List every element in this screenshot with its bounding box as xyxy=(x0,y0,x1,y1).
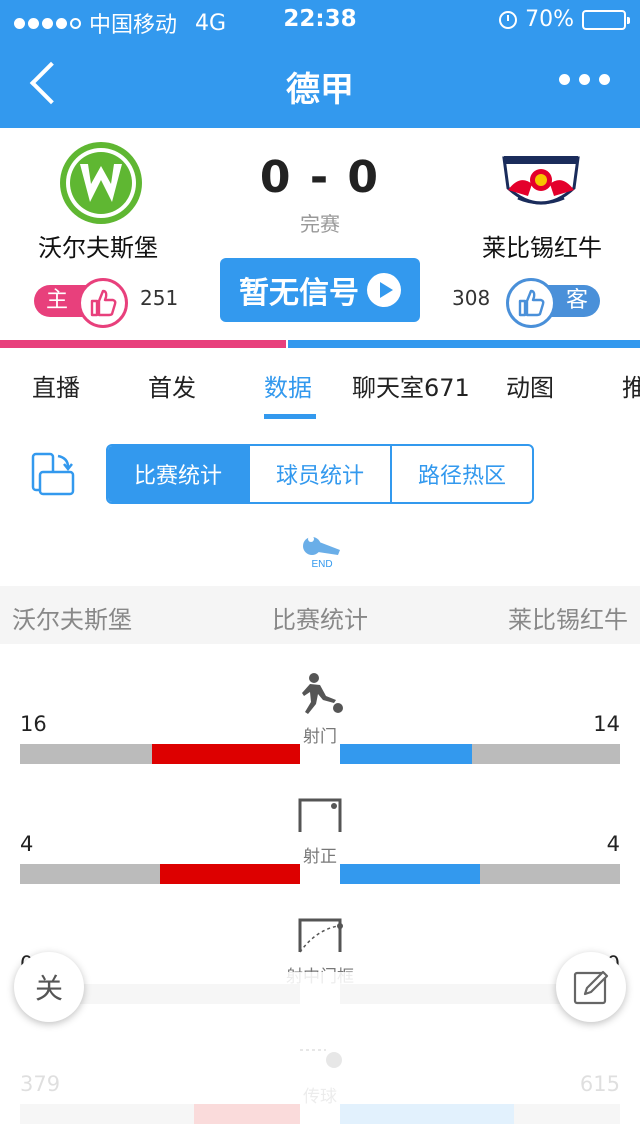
nav-bar: 德甲 xyxy=(0,40,640,128)
back-button[interactable] xyxy=(24,60,68,108)
home-support-bar xyxy=(0,340,286,348)
stat-home-track xyxy=(20,864,300,884)
segment-player-stats[interactable]: 球员统计 xyxy=(248,446,390,502)
stat-header-away: 莱比锡红牛 xyxy=(508,606,628,634)
stat-home-fill xyxy=(160,864,300,884)
edit-floating-button[interactable] xyxy=(556,952,626,1022)
stats-segmented-control: 比赛统计 球员统计 路径热区 xyxy=(106,444,534,504)
away-team-logo[interactable] xyxy=(498,146,584,218)
stat-away-value: 14 xyxy=(593,712,620,736)
away-like-button[interactable]: 客 xyxy=(500,278,600,328)
stat-away-fill xyxy=(340,744,472,764)
stat-home-fill xyxy=(151,744,300,764)
stat-row-shots: 射门 16 14 xyxy=(0,672,640,792)
battery-percent: 70% xyxy=(525,7,574,32)
stat-home-value: 4 xyxy=(20,832,34,856)
whistle-end-icon: END xyxy=(303,536,340,570)
segment-heatmap[interactable]: 路径热区 xyxy=(390,446,532,502)
home-like-button[interactable]: 主 xyxy=(34,278,134,328)
battery-icon xyxy=(582,9,630,30)
match-panel: 沃尔夫斯堡 0 - 0 完赛 莱比锡红牛 主 251 暂无信号 308 客 xyxy=(0,128,640,348)
stat-away-track xyxy=(340,744,620,764)
alarm-icon xyxy=(499,10,518,29)
page-title: 德甲 xyxy=(286,70,354,110)
more-options-button[interactable] xyxy=(559,74,610,85)
play-icon xyxy=(367,273,401,307)
tab-gifs[interactable]: 动图 xyxy=(506,368,554,403)
stat-header: 沃尔夫斯堡 比赛统计 莱比锡红牛 xyxy=(0,586,640,644)
tab-active-indicator xyxy=(264,414,316,419)
tab-bar: 直播 首发 数据 聊天室671 动图 推 xyxy=(0,348,640,424)
close-floating-button[interactable]: 关 xyxy=(14,952,84,1022)
no-signal-button[interactable]: 暂无信号 xyxy=(220,258,420,322)
stat-away-fill xyxy=(340,864,480,884)
top-bar: 中国移动 4G 22:38 70% 德甲 xyxy=(0,0,640,128)
tab-data[interactable]: 数据 xyxy=(264,368,312,403)
pencil-edit-icon xyxy=(573,970,609,1005)
bottom-fade-overlay xyxy=(0,972,640,1136)
stat-row-shots-on-target: 射正 4 4 xyxy=(0,792,640,912)
goal-frame-icon xyxy=(298,798,342,832)
shot-player-icon xyxy=(302,673,343,714)
rotate-screen-icon[interactable] xyxy=(30,452,76,498)
stat-away-value: 4 xyxy=(606,832,620,856)
thumbs-up-icon xyxy=(506,278,556,328)
tab-chatroom[interactable]: 聊天室671 xyxy=(352,368,470,403)
away-team-name[interactable]: 莱比锡红牛 xyxy=(482,228,602,263)
tab-live[interactable]: 直播 xyxy=(32,368,80,403)
end-label: END xyxy=(311,559,332,570)
stat-home-value: 16 xyxy=(20,712,47,736)
thumbs-up-icon xyxy=(78,278,128,328)
goal-post-icon xyxy=(298,918,343,953)
segment-match-stats[interactable]: 比赛统计 xyxy=(108,446,248,502)
home-like-count: 251 xyxy=(140,286,179,310)
away-support-bar xyxy=(288,340,640,348)
close-label: 关 xyxy=(34,972,63,1005)
status-bar: 中国移动 4G 22:38 70% xyxy=(0,0,640,40)
tab-more[interactable]: 推 xyxy=(622,368,640,403)
stat-away-track xyxy=(340,864,620,884)
stat-home-track xyxy=(20,744,300,764)
tab-lineup[interactable]: 首发 xyxy=(148,368,196,403)
away-like-count: 308 xyxy=(452,286,491,310)
no-signal-label: 暂无信号 xyxy=(239,276,359,311)
